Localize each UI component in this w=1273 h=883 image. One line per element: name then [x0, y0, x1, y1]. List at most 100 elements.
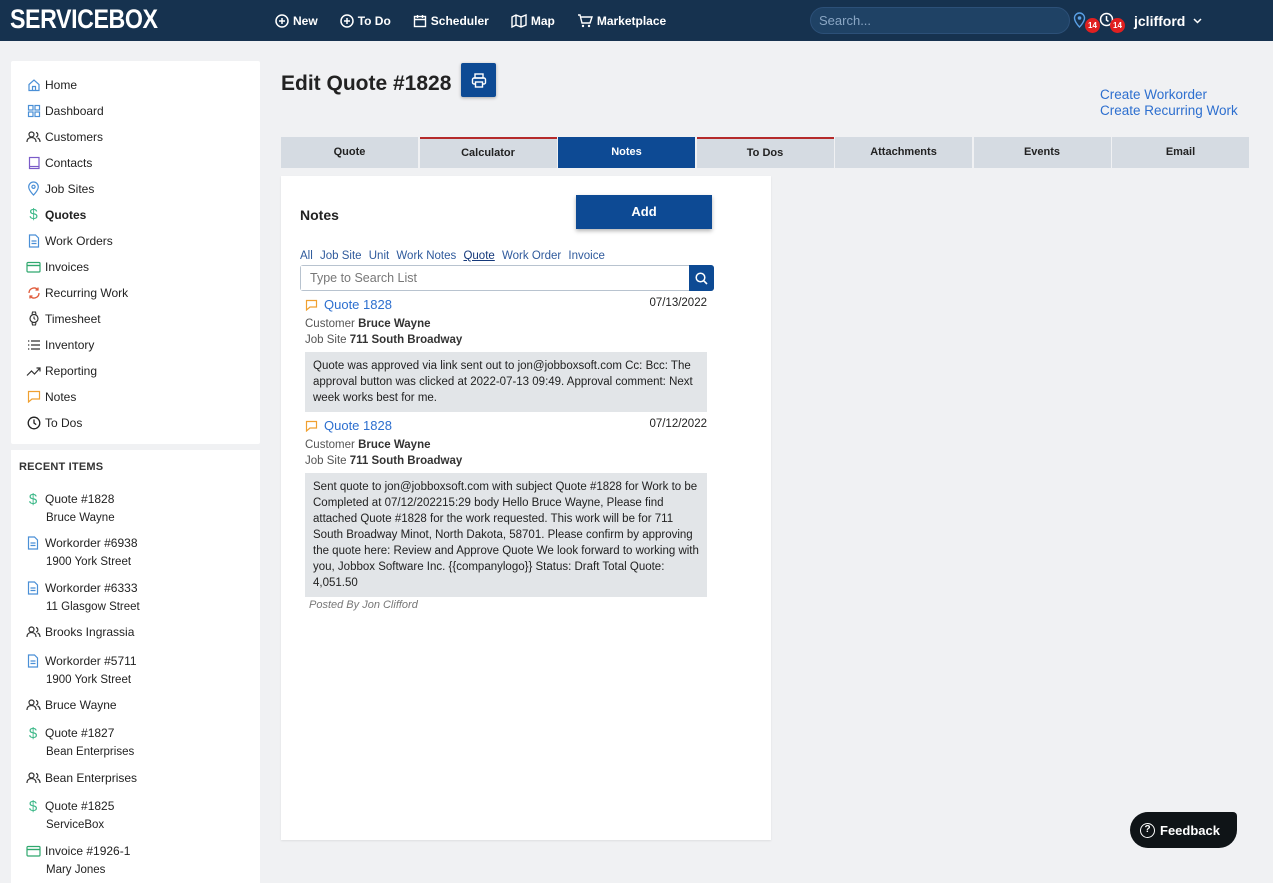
notes-search-input[interactable] — [301, 266, 681, 290]
recent-item[interactable]: $ Quote #1825 ServiceBox — [25, 798, 115, 832]
recent-item[interactable]: $ Quote #1827 Bean Enterprises — [25, 724, 134, 759]
users-icon — [25, 770, 41, 786]
brand-logo[interactable]: SERVICEBOX — [10, 4, 158, 35]
notes-filter-bar: All Job Site Unit Work Notes Quote Work … — [300, 250, 609, 262]
map-button[interactable]: Map — [511, 13, 555, 28]
filter-work-notes[interactable]: Work Notes — [396, 250, 456, 262]
users-icon — [25, 697, 41, 713]
note-body: Sent quote to jon@jobboxsoft.com with su… — [305, 473, 707, 597]
sidebar-item-label: Recurring Work — [45, 285, 129, 300]
location-notifications[interactable] — [1073, 12, 1086, 31]
recent-item-title: Workorder #5711 — [45, 654, 137, 668]
todo-button[interactable]: To Do — [339, 13, 391, 28]
user-menu[interactable]: jclifford — [1134, 13, 1202, 29]
sidebar-item-contacts[interactable]: Contacts — [26, 155, 92, 170]
create-recurring-work-link[interactable]: Create Recurring Work — [1100, 103, 1238, 119]
recent-item-title: Brooks Ingrassia — [45, 625, 135, 639]
recent-item-title: Workorder #6333 — [45, 581, 138, 595]
note-posted-by: Posted By Jon Clifford — [309, 599, 418, 611]
tab-to-dos[interactable]: To Dos — [696, 137, 834, 168]
document-icon — [25, 653, 41, 669]
tab-quote[interactable]: Quote — [281, 137, 418, 168]
sidebar-item-customers[interactable]: Customers — [26, 129, 103, 144]
notes-search-button[interactable] — [689, 265, 714, 291]
users-icon — [26, 129, 41, 144]
sidebar-item-job-sites[interactable]: Job Sites — [26, 181, 94, 196]
print-button[interactable] — [461, 63, 496, 97]
filter-quote[interactable]: Quote — [463, 250, 494, 262]
map-icon — [511, 13, 527, 28]
recent-item[interactable]: Invoice #1926-1 Mary Jones — [25, 843, 130, 876]
sidebar-item-to-dos[interactable]: To Dos — [26, 415, 82, 430]
sidebar-item-notes[interactable]: Notes — [26, 389, 76, 404]
quote-actions: Create Workorder Create Recurring Work — [1100, 87, 1238, 119]
filter-invoice[interactable]: Invoice — [568, 250, 604, 262]
recent-item[interactable]: Workorder #6938 1900 York Street — [25, 535, 138, 568]
marketplace-button[interactable]: Marketplace — [577, 14, 666, 28]
sidebar-item-recurring-work[interactable]: Recurring Work — [26, 285, 128, 300]
recent-item[interactable]: Workorder #6333 11 Glasgow Street — [25, 580, 140, 613]
recent-item[interactable]: Workorder #5711 1900 York Street — [25, 653, 137, 686]
note-customer: Customer Bruce Wayne — [305, 318, 431, 330]
tab-calculator[interactable]: Calculator — [419, 137, 557, 168]
recent-item[interactable]: $ Quote #1828 Bruce Wayne — [25, 491, 115, 525]
page-title: Edit Quote #1828 — [281, 72, 452, 95]
note-title-link[interactable]: Quote 1828 — [305, 297, 392, 312]
dollar-icon: $ — [28, 724, 38, 742]
sidebar-item-label: Contacts — [45, 155, 93, 170]
recent-item-title: Quote #1825 — [45, 799, 115, 813]
recent-item[interactable]: Bean Enterprises — [25, 770, 137, 786]
sidebar-item-label: Dashboard — [45, 103, 104, 118]
sidebar-item-quotes[interactable]: $ Quotes — [26, 206, 86, 223]
sidebar-item-label: Home — [45, 77, 78, 92]
chat-icon — [305, 420, 318, 432]
users-icon — [25, 624, 41, 640]
sidebar-item-label: To Dos — [45, 415, 83, 430]
tab-email[interactable]: Email — [1112, 137, 1249, 168]
sidebar-item-label: Inventory — [45, 337, 95, 352]
note-body: Quote was approved via link sent out to … — [305, 352, 707, 412]
new-button[interactable]: New — [275, 14, 318, 28]
sidebar-item-home[interactable]: Home — [26, 77, 77, 92]
add-note-button[interactable]: Add — [576, 195, 712, 229]
sidebar-item-label: Job Sites — [45, 181, 95, 196]
filter-unit[interactable]: Unit — [369, 250, 389, 262]
todo-label: To Do — [357, 13, 391, 28]
sidebar-item-reporting[interactable]: Reporting — [26, 363, 97, 378]
filter-job-site[interactable]: Job Site — [320, 250, 362, 262]
credit-card-icon — [25, 843, 41, 859]
home-icon — [26, 77, 41, 92]
location-badge: 14 — [1085, 18, 1100, 33]
note-title-link[interactable]: Quote 1828 — [305, 418, 392, 433]
tab-attachments[interactable]: Attachments — [835, 137, 972, 168]
document-icon — [26, 233, 41, 248]
feedback-button[interactable]: ? Feedback — [1130, 812, 1237, 848]
note-title: Quote 1828 — [324, 418, 392, 433]
cart-icon — [577, 13, 593, 27]
note-entry: Quote 1828 07/13/2022 Customer Bruce Way… — [305, 297, 707, 412]
tab-events[interactable]: Events — [973, 137, 1111, 168]
recent-item[interactable]: Bruce Wayne — [25, 697, 117, 713]
chat-icon — [305, 299, 318, 311]
note-jobsite: Job Site 711 South Broadway — [305, 334, 463, 346]
marketplace-label: Marketplace — [596, 13, 667, 28]
notes-title: Notes — [300, 207, 339, 223]
map-pin-icon — [26, 181, 41, 196]
tab-notes[interactable]: Notes — [558, 137, 695, 168]
sidebar-item-invoices[interactable]: Invoices — [26, 259, 89, 274]
recent-item[interactable]: Brooks Ingrassia — [25, 624, 134, 640]
global-search-input[interactable] — [810, 7, 1070, 34]
sidebar-item-inventory[interactable]: Inventory — [26, 337, 94, 352]
recent-item-subtitle: Mary Jones — [46, 864, 106, 876]
sidebar-item-dashboard[interactable]: Dashboard — [26, 103, 104, 118]
recent-item-title: Quote #1828 — [45, 492, 115, 506]
note-date: 07/13/2022 — [649, 297, 707, 309]
sidebar-item-timesheet[interactable]: Timesheet — [26, 311, 101, 326]
refresh-icon — [26, 285, 41, 300]
scheduler-button[interactable]: Scheduler — [413, 14, 489, 28]
filter-all[interactable]: All — [300, 250, 313, 262]
chat-icon — [26, 389, 41, 404]
create-workorder-link[interactable]: Create Workorder — [1100, 87, 1238, 103]
filter-work-order[interactable]: Work Order — [502, 250, 561, 262]
sidebar-item-work-orders[interactable]: Work Orders — [26, 233, 113, 248]
